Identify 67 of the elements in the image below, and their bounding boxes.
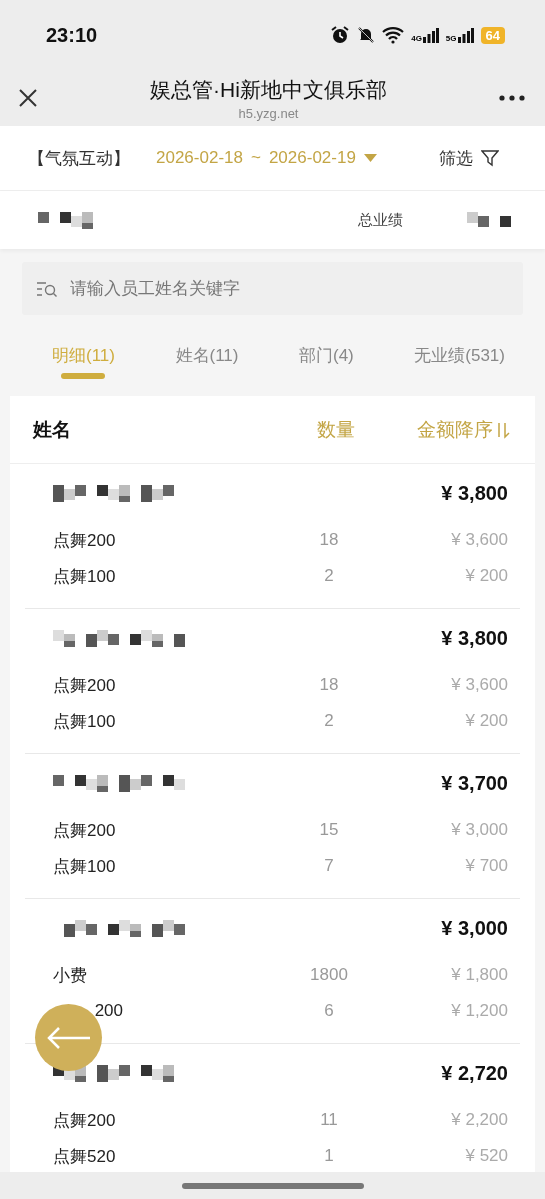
item-amount: ¥ 200 — [464, 566, 508, 586]
item-quantity: 11 — [319, 1110, 339, 1130]
sort-icon — [495, 420, 511, 439]
network-label: 4G — [411, 34, 422, 43]
close-button[interactable] — [18, 88, 38, 108]
item-amount: ¥ 3,600 — [450, 675, 508, 695]
item-quantity: 6 — [323, 1001, 335, 1021]
item-name: 200 — [93, 1001, 123, 1021]
alarm-clock-icon — [330, 25, 351, 45]
network-label: 5G — [445, 34, 457, 43]
wifi-icon — [382, 26, 405, 44]
signal-icon — [457, 27, 474, 43]
item-name: 小费 — [53, 964, 88, 987]
filter-button[interactable]: 筛选 — [439, 146, 499, 170]
employee-total: ¥ 3,800 — [441, 481, 508, 505]
more-button[interactable] — [499, 95, 525, 101]
filter-icon — [481, 149, 499, 167]
item-quantity: 2 — [323, 711, 335, 731]
item-name: 点舞100 — [53, 710, 117, 733]
page-title: 娱总管·Hi新地中文俱乐部 — [150, 76, 387, 103]
item-quantity: 18 — [318, 530, 340, 550]
item-quantity: 15 — [318, 820, 340, 840]
total-performance-label: 总业绩 — [358, 210, 403, 230]
muted-bell-icon — [357, 26, 376, 44]
item-quantity: 2 — [323, 566, 335, 586]
employee-total: ¥ 3,000 — [441, 916, 508, 940]
sort-header[interactable]: 金额降序 — [417, 416, 511, 443]
item-quantity: 18 — [318, 675, 340, 695]
tab[interactable]: 部门(4) — [299, 344, 354, 396]
employee-total: ¥ 3,700 — [441, 771, 508, 795]
item-name: 点舞200 — [53, 674, 117, 697]
item-amount: ¥ 520 — [464, 1146, 508, 1166]
tab[interactable]: 明细(11) — [52, 344, 115, 396]
item-amount: ¥ 1,800 — [450, 965, 508, 985]
item-name: 点舞100 — [53, 855, 117, 878]
clock-time: 23:10 — [46, 23, 98, 47]
close-icon — [18, 88, 38, 108]
item-amount: ¥ 3,600 — [450, 530, 508, 550]
item-amount: ¥ 200 — [464, 711, 508, 731]
category-label: 【气氛互动】 — [28, 147, 130, 170]
item-quantity: 1 — [323, 1146, 335, 1166]
item-name: 点舞200 — [53, 819, 117, 842]
item-name: 点舞200 — [53, 1109, 117, 1132]
item-amount: ¥ 1,200 — [450, 1001, 508, 1021]
item-name: 点舞520 — [53, 1145, 117, 1168]
employee-total: ¥ 2,720 — [441, 1061, 508, 1085]
item-name: 点舞200 — [53, 529, 117, 552]
tab[interactable]: 无业绩(531) — [414, 344, 505, 396]
column-header: 数量 — [317, 417, 356, 442]
item-amount: ¥ 700 — [464, 856, 508, 876]
signal-icon — [422, 27, 439, 43]
date-range-picker[interactable]: 2026-02-18 ~ 2026-02-19 — [156, 148, 377, 168]
item-name: 点舞100 — [53, 565, 117, 588]
home-indicator[interactable] — [181, 1182, 364, 1189]
item-quantity: 1800 — [309, 965, 349, 985]
item-amount: ¥ 2,200 — [450, 1110, 508, 1130]
tab[interactable]: 姓名(11) — [175, 344, 239, 396]
back-arrow-icon — [45, 1025, 92, 1050]
item-amount: ¥ 3,000 — [450, 820, 508, 840]
search-field[interactable]: 请输入员工姓名关键字 — [22, 262, 523, 315]
employee-total: ¥ 3,800 — [441, 626, 508, 650]
page-url: h5.yzg.net — [238, 105, 299, 121]
item-quantity: 7 — [323, 856, 335, 876]
dropdown-caret-icon — [363, 154, 377, 162]
column-header: 姓名 — [33, 417, 72, 442]
more-icon — [499, 95, 525, 101]
battery-level: 64 — [480, 26, 505, 44]
